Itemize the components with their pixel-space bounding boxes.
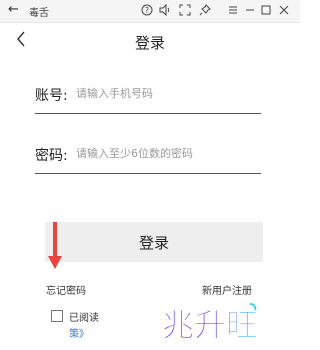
password-underline (35, 173, 261, 174)
window-title: 毒舌 (29, 8, 49, 19)
login-button[interactable]: 登录 (45, 222, 263, 262)
agreement-label: 已阅读 (69, 313, 99, 324)
help-icon[interactable]: ? (140, 3, 154, 17)
svg-text:?: ? (145, 6, 149, 15)
close-icon[interactable] (277, 3, 291, 17)
register-link[interactable]: 新用户注册 (202, 282, 252, 297)
window-back-icon[interactable]: ← (8, 2, 19, 17)
volume-icon[interactable] (158, 3, 172, 17)
pin-icon[interactable] (198, 3, 212, 17)
privacy-policy-link[interactable]: 策》 (69, 325, 89, 340)
red-arrow-icon (47, 222, 63, 272)
maximize-icon[interactable] (259, 3, 273, 17)
agreement-checkbox[interactable] (51, 310, 63, 322)
watermark-logo: 兆升旺 (150, 300, 270, 346)
window-titlebar: ← 毒舌 ? (0, 0, 300, 23)
password-input[interactable] (76, 147, 256, 160)
password-label: 密码: (35, 148, 68, 164)
minimize-icon[interactable] (243, 3, 257, 17)
account-input[interactable] (76, 87, 256, 100)
svg-text:兆升旺: 兆升旺 (162, 306, 258, 344)
forgot-password-link[interactable]: 忘记密码 (46, 282, 86, 297)
fullscreen-icon[interactable] (178, 3, 192, 17)
page-title: 登录 (134, 34, 165, 52)
menu-icon[interactable] (226, 3, 240, 17)
account-label: 账号: (35, 88, 68, 104)
account-underline (35, 113, 261, 114)
